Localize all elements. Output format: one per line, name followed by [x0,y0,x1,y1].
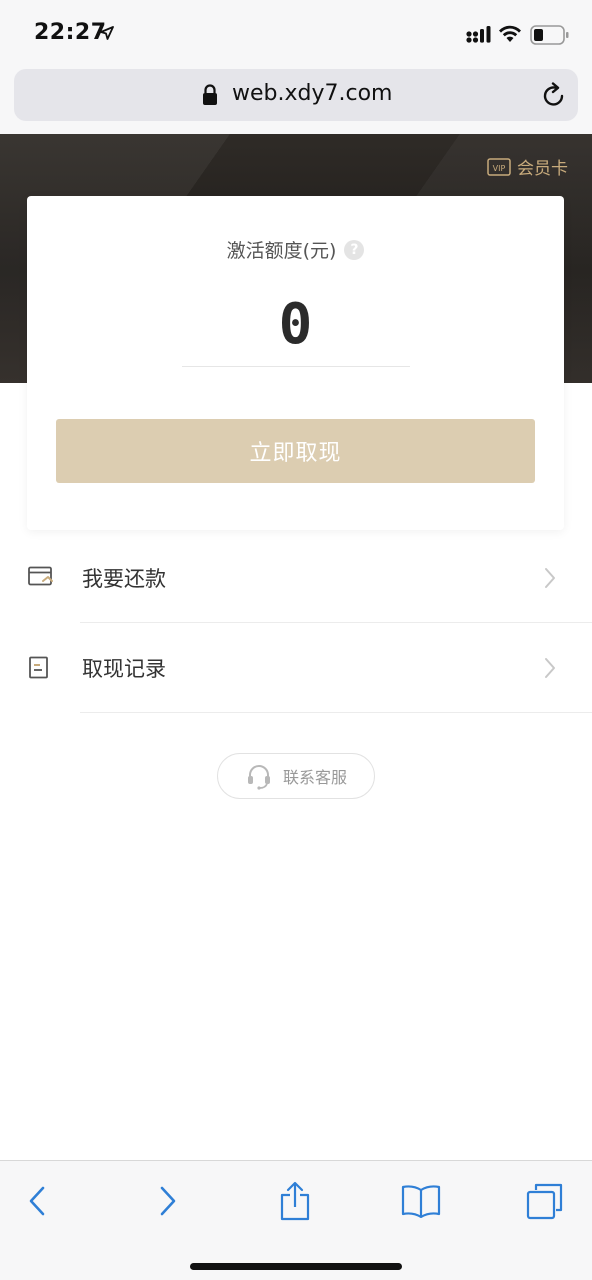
bookmarks-icon [401,1185,441,1218]
repay-card-icon [28,566,53,586]
home-indicator [190,1263,402,1270]
list-item-withdraw-records[interactable]: 取现记录 [0,623,592,713]
chevron-right-icon [545,658,555,678]
battery-icon [530,25,569,45]
bookmarks-button[interactable] [396,1179,446,1223]
forward-icon [160,1186,176,1216]
status-bar: 22:27 [0,0,592,66]
list-item-label: 我要还款 [82,567,166,591]
back-button[interactable] [12,1179,62,1223]
amount-divider [182,366,410,367]
url-text: web.xdy7.com [232,81,393,106]
reload-icon[interactable] [542,82,566,108]
help-icon[interactable]: ? [344,239,365,260]
chevron-right-icon [545,568,555,588]
share-button[interactable] [270,1179,320,1223]
withdraw-now-button[interactable]: 立即取现 [56,419,535,483]
record-document-icon [29,656,48,679]
vip-card-label: 会员卡 [517,159,568,179]
address-bar[interactable]: web.xdy7.com [14,69,578,121]
headset-icon [247,765,270,790]
credit-label-row: 激活额度(元) ? [27,236,564,263]
back-icon [29,1186,45,1216]
vip-card-link[interactable]: VIP 会员卡 [487,154,568,179]
browser-url-area: web.xdy7.com [0,66,592,134]
tabs-icon [526,1183,563,1220]
contact-customer-service-button[interactable]: 联系客服 [217,753,375,799]
list-item-repay[interactable]: 我要还款 [0,533,592,623]
credit-amount: 0 [278,292,313,357]
credit-card-panel: 激活额度(元) ? 0 立即取现 [27,196,564,530]
forward-button[interactable] [143,1179,193,1223]
cellular-signal-icon [466,26,491,43]
tabs-button[interactable] [520,1179,570,1223]
wifi-icon [499,25,521,42]
status-time: 22:27 [34,20,107,45]
lock-icon [203,84,217,105]
location-arrow-icon [100,26,114,40]
customer-service-label: 联系客服 [282,768,347,787]
list-divider [80,712,592,713]
vip-card-icon: VIP [487,157,511,176]
vip-badge-text: VIP [493,164,506,173]
browser-toolbar [0,1160,592,1280]
list-item-label: 取现记录 [82,657,166,681]
credit-limit-label: 激活额度(元) [226,240,337,262]
share-icon [280,1181,310,1221]
